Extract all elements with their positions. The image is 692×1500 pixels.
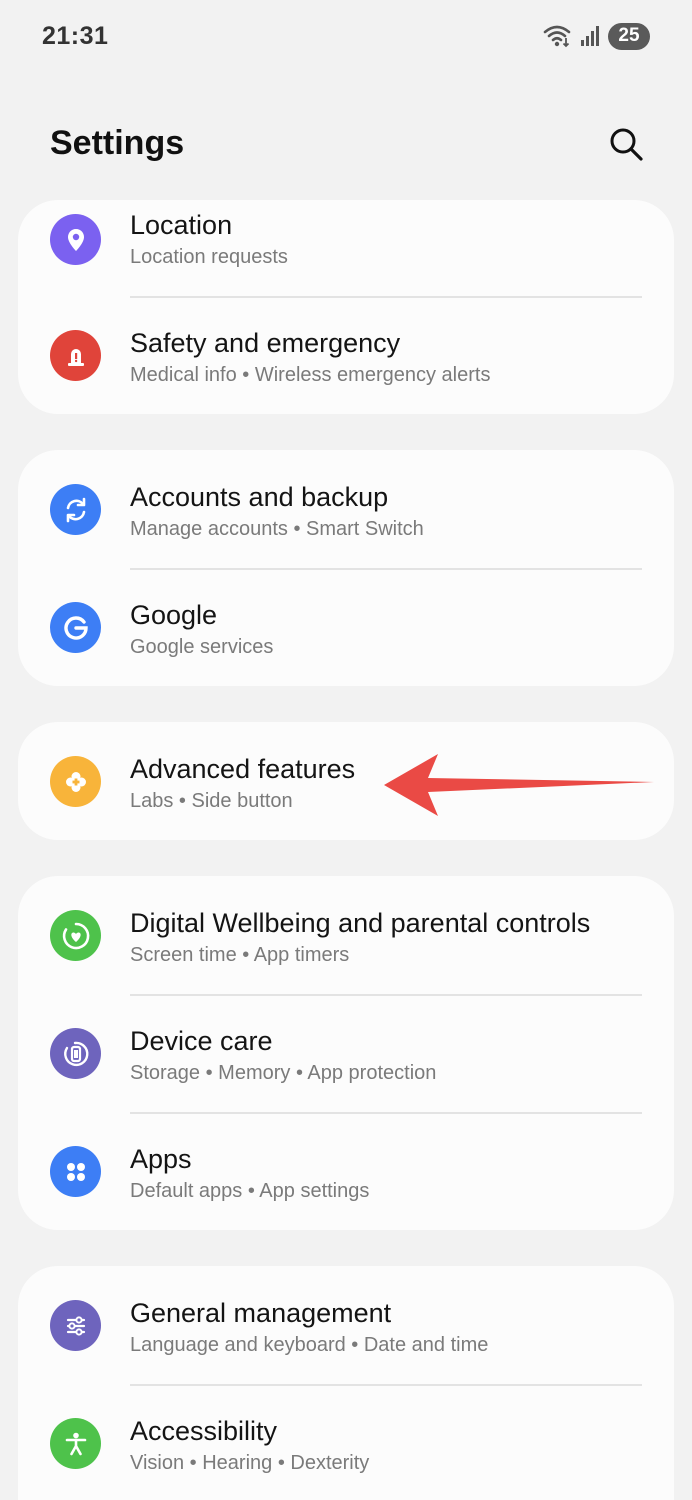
settings-item-location[interactable]: Location Location requests [18, 200, 674, 294]
settings-item-subtitle: Manage accounts • Smart Switch [130, 518, 424, 540]
settings-group-accounts: Accounts and backup Manage accounts • Sm… [18, 450, 674, 686]
settings-item-title: Advanced features [130, 754, 356, 784]
accessibility-icon [50, 1418, 101, 1469]
annotation-arrow-icon [384, 754, 654, 816]
settings-item-subtitle: Labs • Side button [130, 790, 293, 812]
emergency-siren-icon [50, 330, 101, 381]
settings-item-subtitle: Location requests [130, 246, 288, 268]
settings-item-general-management[interactable]: General management Language and keyboard… [18, 1266, 674, 1384]
settings-item-title: Apps [130, 1144, 192, 1174]
signal-icon [581, 26, 599, 46]
settings-item-google[interactable]: Google Google services [18, 568, 674, 686]
settings-item-subtitle: Vision • Hearing • Dexterity [130, 1452, 370, 1474]
settings-item-accounts-and-backup[interactable]: Accounts and backup Manage accounts • Sm… [18, 450, 674, 568]
search-icon [610, 128, 643, 161]
settings-item-subtitle: Screen time • App timers [130, 944, 350, 966]
settings-item-title: Google [130, 600, 218, 630]
page-title: Settings [50, 124, 185, 162]
settings-item-subtitle: Language and keyboard • Date and time [130, 1334, 489, 1356]
settings-item-digital-wellbeing[interactable]: Digital Wellbeing and parental controls … [18, 876, 674, 994]
battery-icon: 25 [608, 22, 650, 50]
header: Settings [0, 110, 692, 180]
settings-item-subtitle: Storage • Memory • App protection [130, 1062, 437, 1084]
settings-item-title: Location [130, 210, 233, 240]
settings-item-title: Accounts and backup [130, 482, 389, 512]
settings-item-safety-and-emergency[interactable]: Safety and emergency Medical info • Wire… [18, 296, 674, 414]
search-button[interactable] [602, 120, 650, 168]
settings-item-subtitle: Default apps • App settings [130, 1180, 370, 1202]
settings-item-subtitle: Google services [130, 636, 274, 658]
sliders-icon [50, 1300, 101, 1351]
wifi-icon [543, 25, 571, 48]
advanced-features-icon [50, 756, 101, 807]
location-pin-icon [50, 214, 101, 265]
status-bar: 21:31 25 [0, 0, 692, 72]
settings-item-accessibility[interactable]: Accessibility Vision • Hearing • Dexteri… [18, 1384, 674, 1500]
settings-item-apps[interactable]: Apps Default apps • App settings [18, 1112, 674, 1230]
settings-item-title: Digital Wellbeing and parental controls [130, 908, 591, 938]
settings-group-device: Digital Wellbeing and parental controls … [18, 876, 674, 1230]
settings-group-privacy: Location Location requests Safety and em… [18, 200, 674, 414]
status-time: 21:31 [42, 22, 109, 50]
apps-grid-icon [50, 1146, 101, 1197]
settings-item-title: Safety and emergency [130, 328, 401, 358]
wellbeing-icon [50, 910, 101, 961]
settings-group-general: General management Language and keyboard… [18, 1266, 674, 1500]
settings-item-title: Accessibility [130, 1416, 278, 1446]
settings-item-title: Device care [130, 1026, 273, 1056]
settings-item-device-care[interactable]: Device care Storage • Memory • App prote… [18, 994, 674, 1112]
settings-item-subtitle: Medical info • Wireless emergency alerts [130, 364, 491, 386]
device-care-icon [50, 1028, 101, 1079]
settings-item-title: General management [130, 1298, 392, 1328]
google-icon [50, 602, 101, 653]
status-icons: 25 [542, 22, 650, 50]
sync-icon [50, 484, 101, 535]
